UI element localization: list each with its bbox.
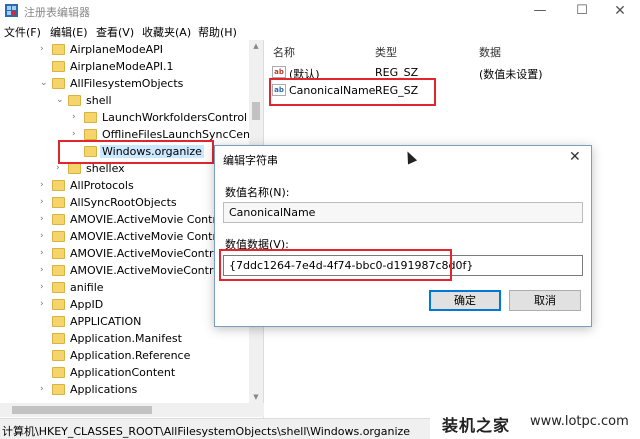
- folder-icon: [52, 231, 65, 242]
- menu-edit[interactable]: 编辑(E): [50, 24, 88, 40]
- folder-icon: [52, 367, 65, 378]
- expand-icon[interactable]: ›: [40, 197, 50, 207]
- folder-icon: [52, 299, 65, 310]
- list-item[interactable]: ab CanonicalName REG_SZ: [265, 82, 640, 100]
- edit-string-dialog: 编辑字符串 ✕ 数值名称(N): CanonicalName 数值数据(V): …: [214, 145, 592, 327]
- value-name-field: CanonicalName: [223, 202, 583, 223]
- watermark-brand: 装机之家: [442, 416, 511, 435]
- folder-icon: [84, 112, 97, 123]
- regedit-icon: [5, 4, 18, 17]
- expand-icon[interactable]: ›: [40, 248, 50, 258]
- list-item[interactable]: ab (默认) REG_SZ (数值未设置): [265, 64, 640, 82]
- tree-horizontal-scrollbar[interactable]: [0, 403, 264, 417]
- column-name-header[interactable]: 名称: [273, 44, 295, 60]
- menu-favorites[interactable]: 收藏夹(A): [142, 24, 191, 40]
- expand-icon[interactable]: ›: [40, 214, 50, 224]
- folder-icon: [52, 384, 65, 395]
- folder-icon: [52, 197, 65, 208]
- collapse-icon[interactable]: ⌄: [40, 78, 50, 88]
- folder-icon: [52, 350, 65, 361]
- expand-icon[interactable]: ›: [40, 180, 50, 190]
- menu-help[interactable]: 帮助(H): [198, 24, 237, 40]
- dialog-title: 编辑字符串: [223, 154, 278, 167]
- window-title: 注册表编辑器: [24, 6, 90, 19]
- minimize-button[interactable]: —: [520, 0, 560, 22]
- scroll-thumb[interactable]: [12, 406, 152, 414]
- folder-icon: [52, 61, 65, 72]
- menu-view[interactable]: 查看(V): [96, 24, 134, 40]
- scroll-down-icon[interactable]: ▼: [249, 391, 263, 403]
- watermark: 装机之家 www.lotpc.com: [430, 406, 640, 439]
- registry-path: 计算机\HKEY_CLASSES_ROOT\AllFilesystemObjec…: [2, 425, 411, 438]
- expand-icon[interactable]: ›: [40, 265, 50, 275]
- expand-icon[interactable]: ›: [40, 44, 50, 54]
- title-bar: 注册表编辑器 — ☐ ✕: [0, 0, 640, 22]
- maximize-button[interactable]: ☐: [562, 0, 602, 22]
- folder-icon: [68, 163, 81, 174]
- scroll-thumb[interactable]: [252, 102, 260, 120]
- watermark-url: www.lotpc.com: [530, 414, 629, 429]
- folder-icon: [52, 248, 65, 259]
- folder-icon: [52, 282, 65, 293]
- string-value-icon: ab: [272, 84, 286, 96]
- menu-file[interactable]: 文件(F): [4, 24, 41, 40]
- ok-button[interactable]: 确定: [429, 290, 501, 311]
- expand-icon[interactable]: ›: [40, 384, 50, 394]
- cancel-button[interactable]: 取消: [509, 290, 581, 311]
- expand-icon[interactable]: ›: [40, 299, 50, 309]
- value-data-input[interactable]: {7ddc1264-7e4d-4f74-bbc0-d191987c8d0f}: [223, 255, 583, 276]
- folder-icon: [52, 333, 65, 344]
- folder-icon: [68, 95, 81, 106]
- value-name-label: 数值名称(N):: [225, 186, 290, 199]
- collapse-icon[interactable]: ⌄: [56, 95, 66, 105]
- column-type-header[interactable]: 类型: [375, 44, 397, 60]
- dialog-close-button[interactable]: ✕: [569, 149, 581, 165]
- string-value-icon: ab: [272, 66, 286, 78]
- folder-icon: [52, 44, 65, 55]
- folder-icon: [52, 214, 65, 225]
- expand-icon[interactable]: ›: [40, 231, 50, 241]
- folder-icon: [52, 78, 65, 89]
- close-button[interactable]: ✕: [600, 0, 640, 22]
- menu-bar: 文件(F) 编辑(E) 查看(V) 收藏夹(A) 帮助(H): [0, 22, 640, 40]
- expand-icon[interactable]: ›: [56, 163, 66, 173]
- folder-icon: [52, 265, 65, 276]
- expand-icon[interactable]: ›: [72, 112, 82, 122]
- folder-icon: [52, 316, 65, 327]
- column-data-header[interactable]: 数据: [479, 44, 501, 60]
- expand-icon[interactable]: ›: [40, 282, 50, 292]
- value-data-label: 数值数据(V):: [225, 238, 289, 251]
- folder-icon: [84, 129, 97, 140]
- expand-icon[interactable]: ›: [72, 129, 82, 139]
- folder-icon: [52, 180, 65, 191]
- scroll-up-icon[interactable]: ▲: [249, 40, 263, 52]
- folder-icon: [84, 146, 97, 157]
